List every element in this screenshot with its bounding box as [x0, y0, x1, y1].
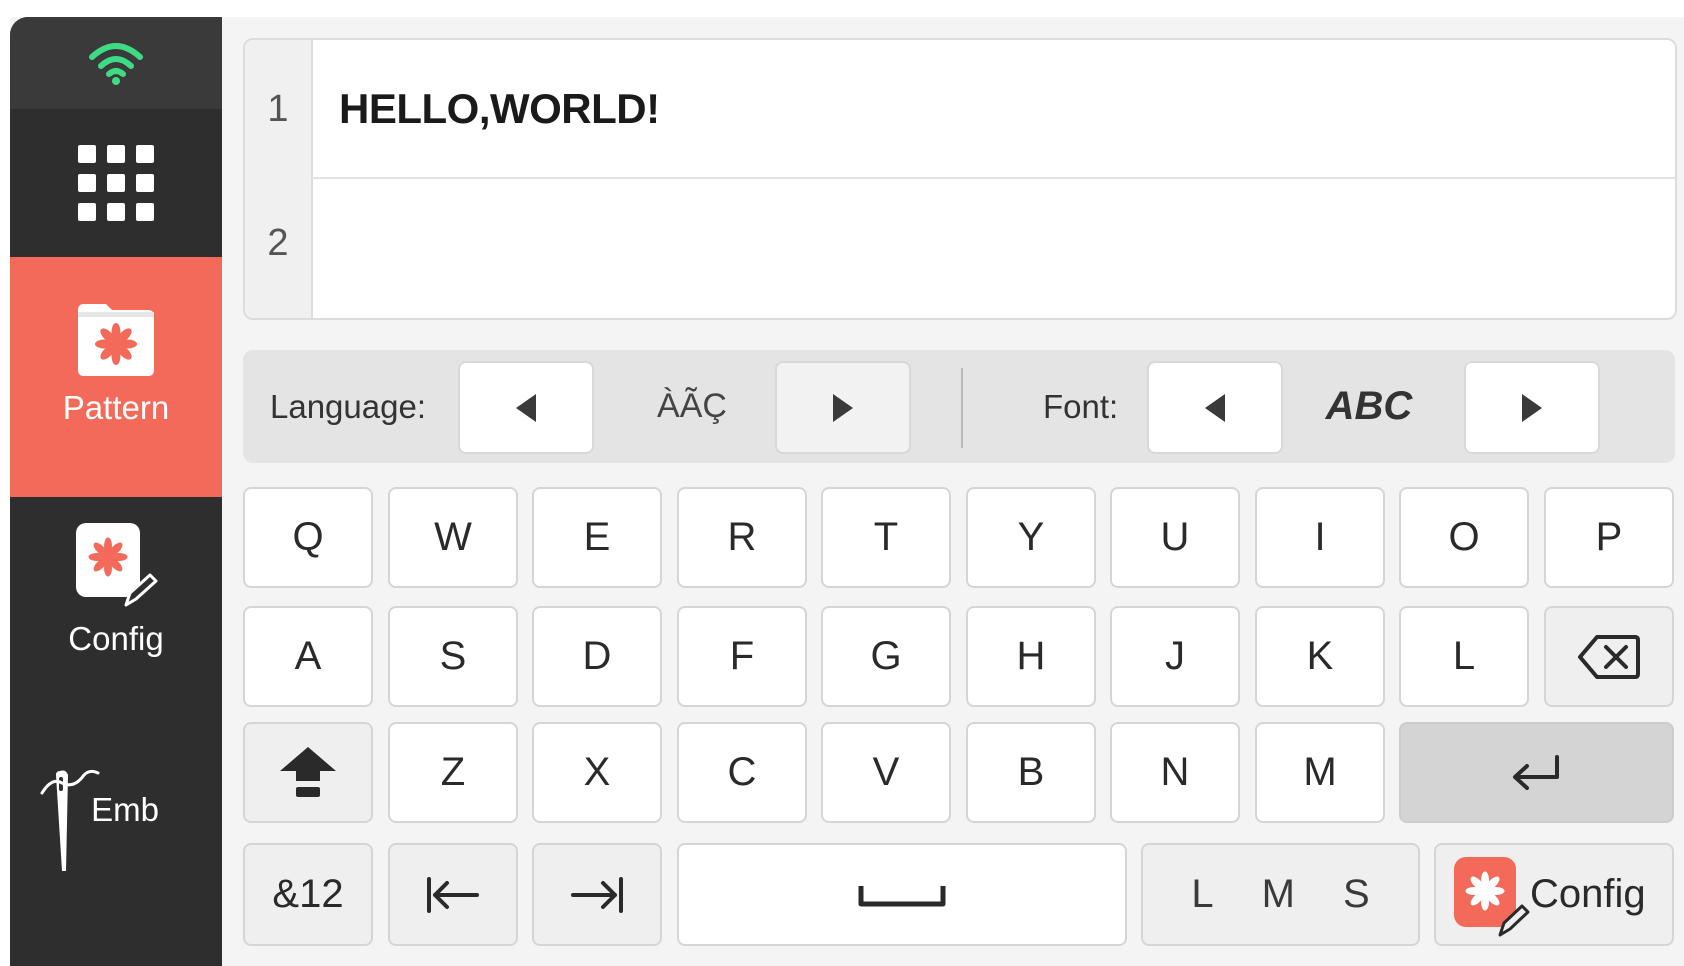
key-k[interactable]: K — [1255, 606, 1385, 707]
sidebar-item-label: Config — [68, 620, 164, 657]
key-t[interactable]: T — [821, 487, 951, 588]
space-bar[interactable] — [677, 843, 1127, 946]
key-c[interactable]: C — [677, 722, 807, 823]
tab-left-icon — [427, 876, 479, 913]
key-a[interactable]: A — [243, 606, 373, 707]
symbols-button[interactable]: &12 — [243, 843, 373, 946]
key-i[interactable]: I — [1255, 487, 1385, 588]
shift-button[interactable] — [243, 722, 373, 823]
apps-grid-icon — [78, 145, 154, 221]
text-editor[interactable]: 1 2 HELLO,WORLD! — [243, 38, 1677, 320]
key-m[interactable]: M — [1255, 722, 1385, 823]
language-label: Language: — [270, 388, 426, 425]
keyboard-config-button[interactable]: Config — [1434, 843, 1674, 946]
tab-right-icon — [571, 876, 623, 913]
key-x[interactable]: X — [532, 722, 662, 823]
key-w[interactable]: W — [388, 487, 518, 588]
key-f[interactable]: F — [677, 606, 807, 707]
language-next-button[interactable] — [775, 361, 911, 454]
sidebar-item-label: Emb — [91, 791, 159, 828]
font-label: Font: — [1043, 388, 1119, 425]
key-b[interactable]: B — [966, 722, 1096, 823]
line-number: 1 — [267, 88, 289, 130]
size-option-m[interactable]: M — [1262, 872, 1295, 917]
sidebar: Pattern Config Emb — [10, 17, 222, 966]
language-value: ÀÃÇ — [657, 387, 727, 425]
line-number: 2 — [267, 222, 289, 264]
key-o[interactable]: O — [1399, 487, 1529, 588]
text-line-1[interactable]: HELLO,WORLD! — [339, 85, 660, 133]
sidebar-item-label: Pattern — [62, 389, 170, 426]
wifi-status — [10, 17, 222, 109]
tab-left-button[interactable] — [388, 843, 518, 946]
apps-menu-button[interactable] — [10, 109, 222, 257]
key-g[interactable]: G — [821, 606, 951, 707]
size-option-l[interactable]: L — [1191, 872, 1213, 917]
size-option-s[interactable]: S — [1343, 872, 1370, 917]
key-l[interactable]: L — [1399, 606, 1529, 707]
options-divider — [961, 368, 963, 448]
language-prev-button[interactable] — [458, 361, 594, 454]
config-pattern-icon — [1454, 856, 1530, 936]
key-q[interactable]: Q — [243, 487, 373, 588]
key-n[interactable]: N — [1110, 722, 1240, 823]
pattern-folder-icon — [78, 304, 154, 376]
keyboard-config-label: Config — [1530, 872, 1646, 916]
font-prev-button[interactable] — [1147, 361, 1283, 454]
key-v[interactable]: V — [821, 722, 951, 823]
key-z[interactable]: Z — [388, 722, 518, 823]
key-p[interactable]: P — [1544, 487, 1674, 588]
sidebar-item-config[interactable]: Config — [10, 497, 222, 737]
font-value: ABC — [1325, 384, 1413, 428]
enter-button[interactable] — [1399, 722, 1674, 823]
triangle-right-icon — [833, 393, 853, 422]
sidebar-item-pattern[interactable]: Pattern — [10, 257, 222, 497]
key-h[interactable]: H — [966, 606, 1096, 707]
shift-icon — [280, 746, 336, 797]
line-number-gutter: 1 2 — [245, 40, 313, 318]
triangle-right-icon — [1522, 393, 1542, 422]
triangle-left-icon — [516, 393, 536, 422]
options-bar: Language: ÀÃÇ Font: ABC — [243, 350, 1675, 463]
backspace-button[interactable] — [1544, 606, 1674, 707]
triangle-left-icon — [1205, 393, 1225, 422]
size-selector[interactable]: L M S — [1141, 843, 1420, 946]
key-d[interactable]: D — [532, 606, 662, 707]
line-divider — [311, 177, 1675, 179]
key-s[interactable]: S — [388, 606, 518, 707]
backspace-icon — [1578, 634, 1640, 679]
key-r[interactable]: R — [677, 487, 807, 588]
enter-icon — [1512, 754, 1559, 790]
config-pattern-icon — [76, 523, 158, 607]
wifi-icon — [89, 43, 143, 85]
sidebar-item-emb[interactable]: Emb — [10, 737, 222, 966]
font-next-button[interactable] — [1464, 361, 1600, 454]
key-y[interactable]: Y — [966, 487, 1096, 588]
key-e[interactable]: E — [532, 487, 662, 588]
key-j[interactable]: J — [1110, 606, 1240, 707]
tab-right-button[interactable] — [532, 843, 662, 946]
space-bar-icon — [858, 885, 946, 906]
key-u[interactable]: U — [1110, 487, 1240, 588]
